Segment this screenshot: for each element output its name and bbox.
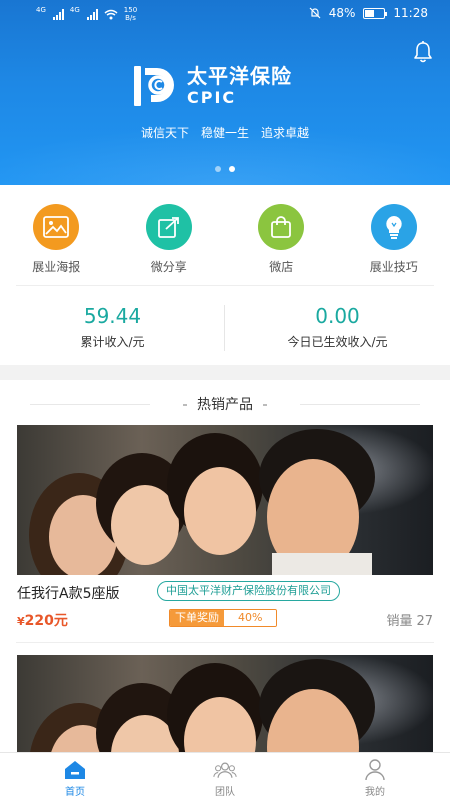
home-icon	[65, 761, 85, 779]
stats-divider	[224, 305, 225, 351]
battery-icon	[363, 7, 388, 19]
header-banner[interactable]: 4G 4G 150 B/s 48% 11:28 太平洋保险 CPIC 诚信天下 …	[0, 0, 450, 185]
divider	[16, 642, 434, 643]
share-icon	[145, 204, 192, 250]
menu-label: 微分享	[150, 260, 187, 274]
total-income[interactable]: 59.44 累计收入/元	[0, 303, 225, 350]
reward-label: 下单奖励	[170, 610, 224, 626]
today-income-value: 0.00	[315, 304, 360, 328]
poster-image-icon	[33, 204, 80, 250]
hot-products-section: 热销产品 任我行A款5座版 中国太平洋财产保险股份有限公司 ¥220元 下单奖励…	[0, 380, 450, 752]
network-type-1: 4G	[36, 6, 46, 14]
carousel-dot[interactable]	[215, 166, 221, 172]
network-type-2: 4G	[69, 6, 80, 14]
slogan-row: 诚信天下 稳健一生 追求卓越	[0, 124, 450, 141]
menu-item-tips[interactable]: 展业技巧	[338, 204, 450, 275]
tab-mine[interactable]: 我的	[300, 753, 450, 800]
menu-label: 展业技巧	[369, 260, 418, 274]
menu-item-share[interactable]: 微分享	[113, 204, 226, 275]
total-income-value: 59.44	[83, 304, 142, 328]
product-image[interactable]	[17, 655, 433, 752]
brand-logo: 太平洋保险 CPIC	[131, 62, 292, 110]
mute-icon	[309, 7, 321, 19]
carousel-dot-active[interactable]	[229, 166, 235, 172]
tab-label: 我的	[365, 787, 385, 798]
tab-label: 团队	[215, 787, 235, 798]
tab-home[interactable]: 首页	[0, 753, 150, 800]
product-name[interactable]: 任我行A款5座版	[17, 583, 119, 603]
bottom-tab-bar: 首页 团队 我的	[0, 752, 450, 800]
brand-name-en: CPIC	[187, 88, 237, 107]
clock: 11:28	[393, 6, 428, 20]
user-icon	[365, 759, 385, 781]
quick-menu-card: 展业海报 微分享 微店 展业技巧 59.44 累计收入/元 0.00 今日已生效…	[0, 185, 450, 365]
menu-item-shop[interactable]: 微店	[225, 204, 338, 275]
brand-name-cn: 太平洋保险	[187, 64, 292, 88]
divider	[16, 285, 434, 286]
product-image[interactable]	[17, 425, 433, 575]
menu-label: 展业海报	[32, 260, 81, 274]
network-speed: 150 B/s	[123, 6, 138, 22]
total-income-label: 累计收入/元	[80, 335, 145, 349]
battery-percent: 48%	[328, 6, 356, 20]
company-tag: 中国太平洋财产保险股份有限公司	[157, 581, 340, 601]
section-title: 热销产品	[0, 394, 450, 414]
today-income[interactable]: 0.00 今日已生效收入/元	[225, 303, 450, 350]
status-bar: 4G 4G 150 B/s 48% 11:28	[0, 0, 450, 28]
quick-menu: 展业海报 微分享 微店 展业技巧	[0, 204, 450, 275]
bell-icon[interactable]	[412, 40, 434, 64]
signal-icon	[52, 8, 64, 20]
today-income-label: 今日已生效收入/元	[287, 335, 388, 349]
wifi-icon	[104, 9, 118, 19]
order-reward-badge: 下单奖励 40%	[169, 609, 278, 627]
menu-item-poster[interactable]: 展业海报	[0, 204, 113, 275]
cpic-logo-icon	[134, 66, 174, 106]
product-price: ¥220元	[17, 613, 68, 629]
tab-team[interactable]: 团队	[150, 753, 300, 800]
menu-label: 微店	[269, 260, 294, 274]
lightbulb-icon	[370, 204, 417, 250]
slogan: 稳健一生	[200, 126, 249, 140]
carousel-indicator	[0, 166, 450, 172]
tab-label: 首页	[65, 787, 85, 798]
signal-icon	[86, 8, 98, 20]
reward-value: 40%	[224, 610, 277, 626]
slogan: 诚信天下	[140, 126, 189, 140]
slogan: 追求卓越	[261, 126, 310, 140]
sales-count: 销量 27	[386, 614, 433, 629]
income-stats: 59.44 累计收入/元 0.00 今日已生效收入/元	[0, 303, 450, 350]
shopping-bag-icon	[258, 204, 305, 250]
team-icon	[213, 762, 237, 778]
